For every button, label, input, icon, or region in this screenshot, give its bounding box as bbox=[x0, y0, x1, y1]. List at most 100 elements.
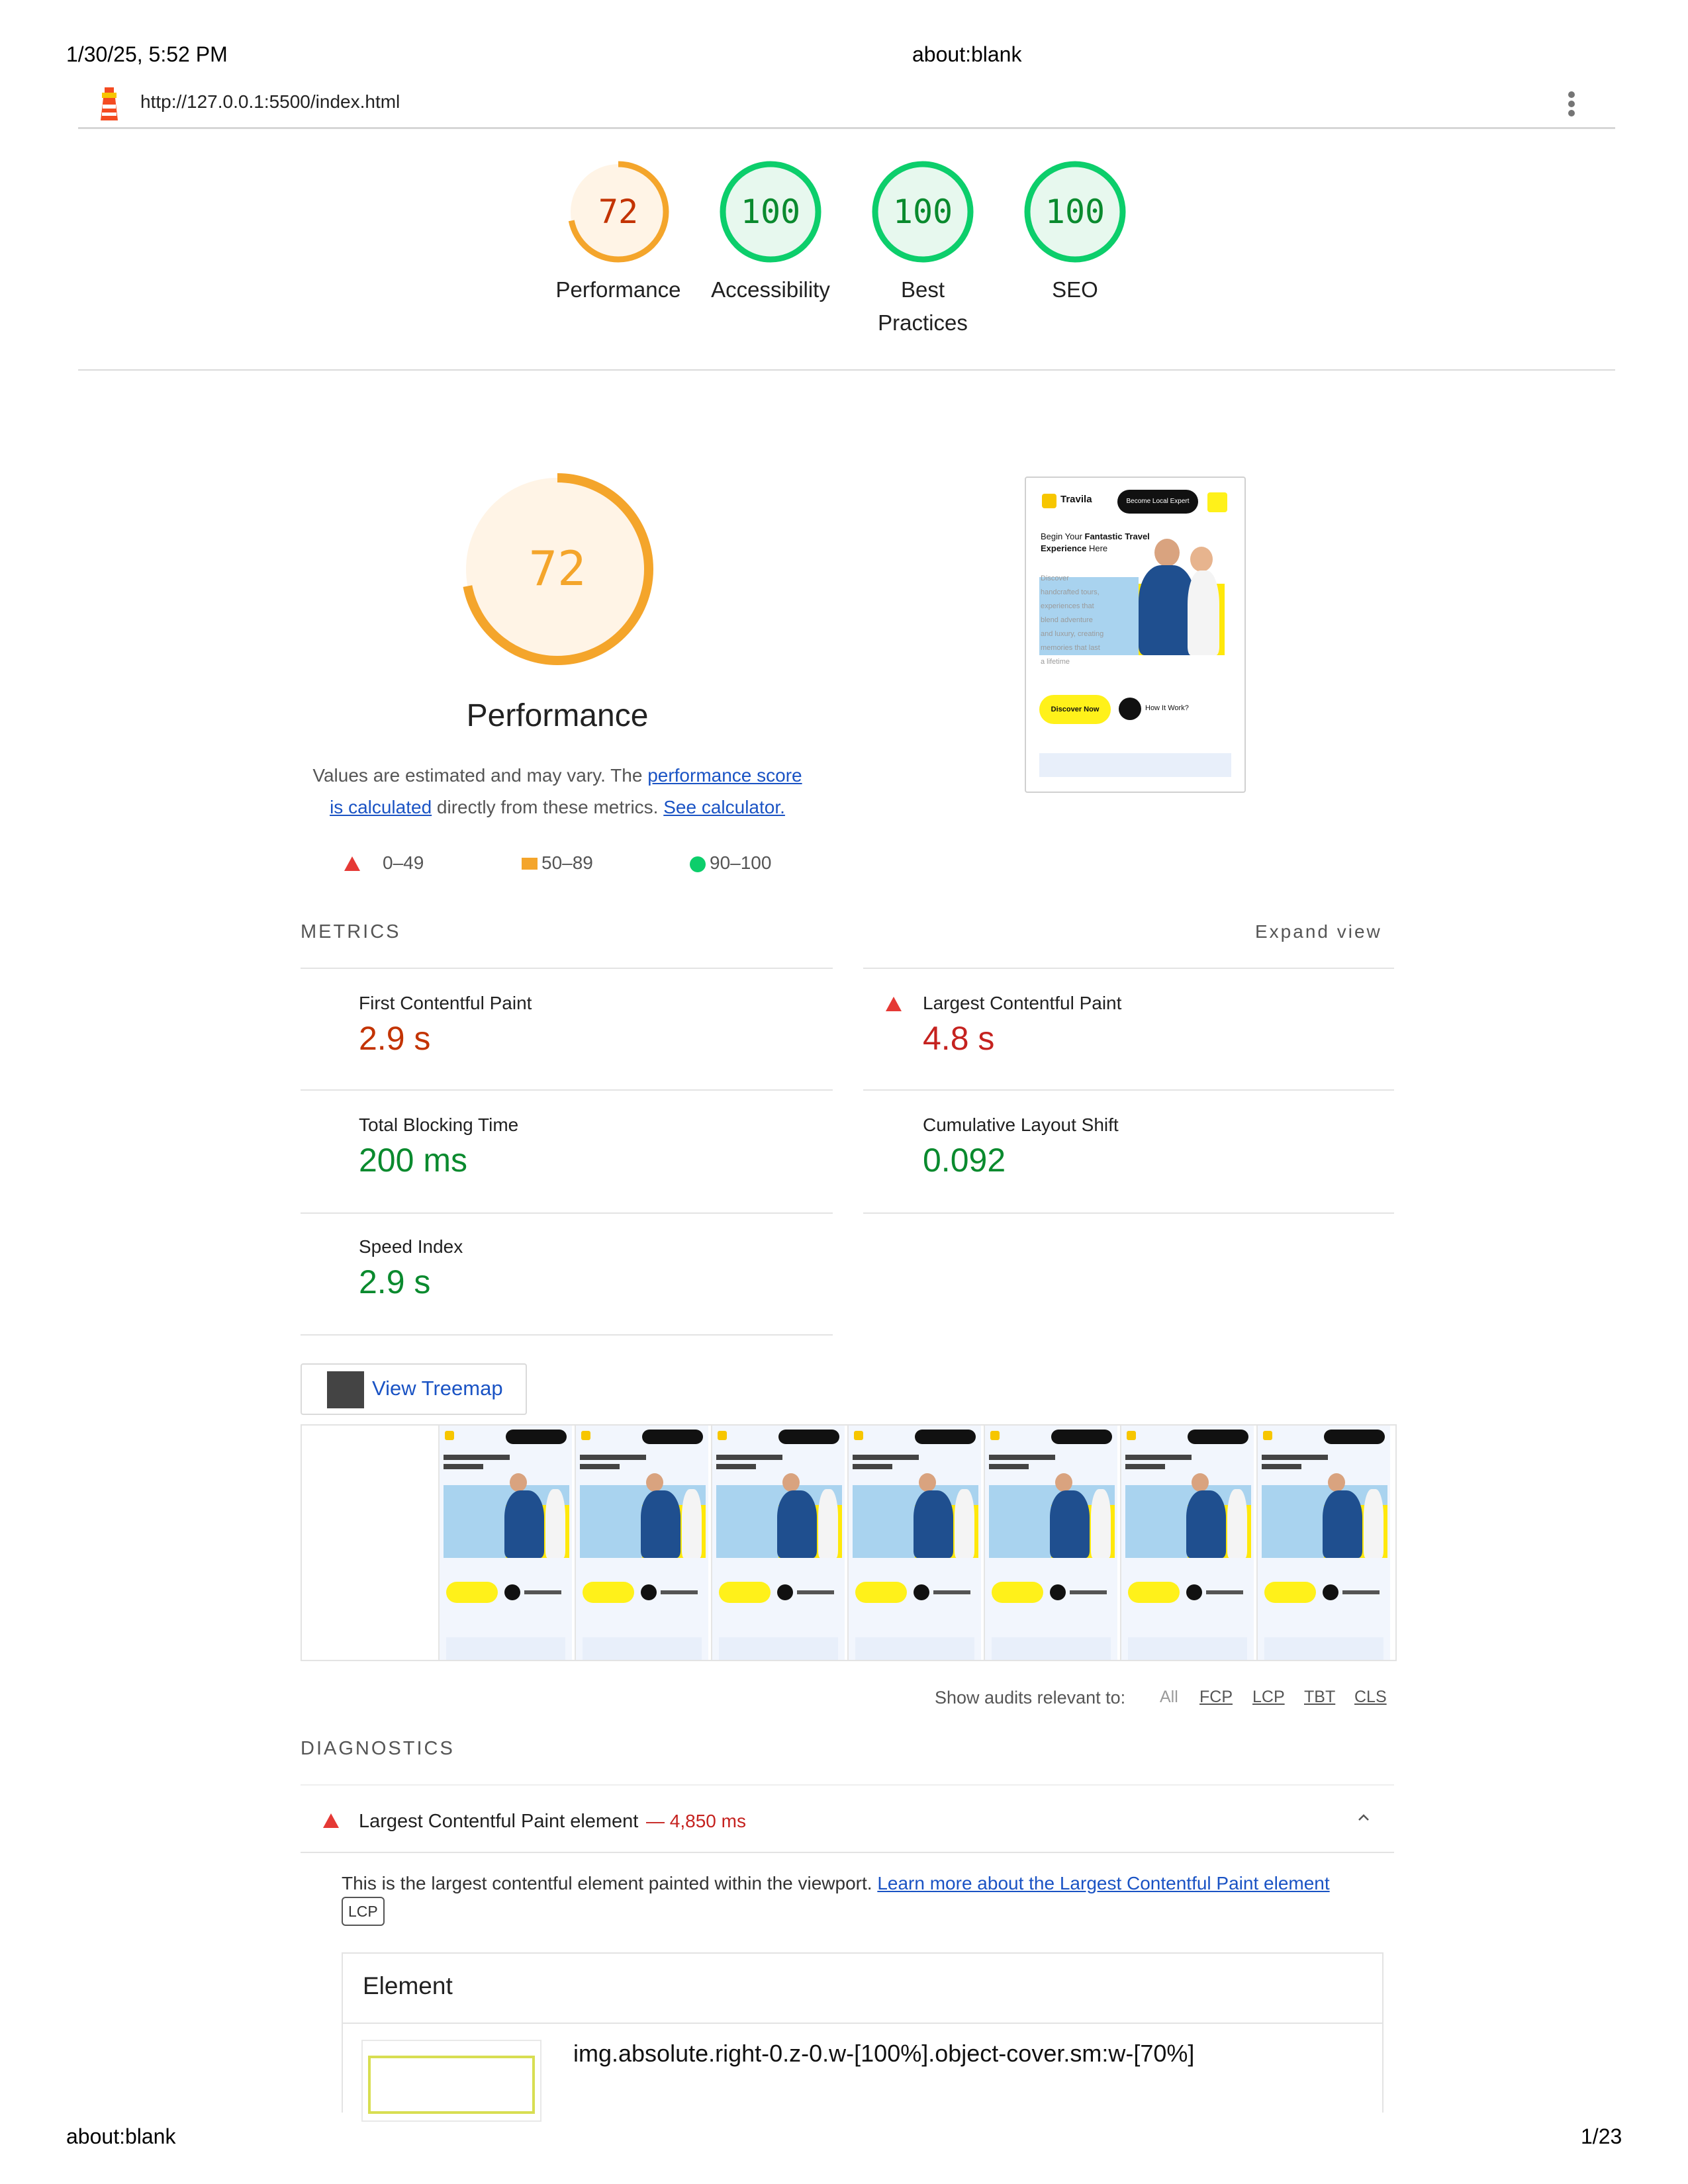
thumb-play-icon bbox=[1119, 698, 1141, 720]
perf-desc-prefix: Values are estimated and may vary. The bbox=[312, 765, 648, 786]
travila-logo-icon bbox=[854, 1431, 863, 1440]
travila-logo-icon bbox=[1042, 494, 1056, 508]
travila-logo-icon bbox=[1127, 1431, 1136, 1440]
filmstrip-headline-bar bbox=[989, 1455, 1055, 1460]
gauge-performance-score: 72 bbox=[598, 193, 638, 231]
gauge-best-practices[interactable]: 100 Best Practices bbox=[843, 159, 1002, 344]
filmstrip-top-button bbox=[642, 1430, 703, 1444]
thumb-headline-d: Here bbox=[1086, 543, 1108, 553]
filter-lcp[interactable]: LCP bbox=[1252, 1688, 1285, 1707]
filmstrip-face bbox=[1055, 1473, 1072, 1492]
thumb-brand: Travila bbox=[1060, 494, 1092, 505]
view-treemap-button[interactable]: View Treemap bbox=[301, 1363, 527, 1415]
filter-all[interactable]: All bbox=[1160, 1688, 1178, 1707]
filmstrip-face bbox=[646, 1473, 663, 1492]
gauge-best-practices-label-line2: Practices bbox=[878, 310, 968, 335]
filmstrip-headline-bar bbox=[1262, 1455, 1328, 1460]
gauge-accessibility[interactable]: 100 Accessibility bbox=[691, 159, 850, 311]
thumb-discover-button: Discover Now bbox=[1039, 695, 1111, 724]
metric-si-title: Speed Index bbox=[359, 1236, 463, 1257]
element-table-header: Element bbox=[363, 1972, 453, 1999]
filmstrip-face bbox=[1192, 1473, 1209, 1492]
gauge-seo[interactable]: 100 SEO bbox=[996, 159, 1154, 311]
chevron-up-icon[interactable] bbox=[1356, 1809, 1372, 1825]
filmstrip-bottom-section bbox=[1264, 1637, 1383, 1660]
gauges-divider bbox=[78, 369, 1615, 371]
filmstrip-text-bar bbox=[1206, 1590, 1243, 1594]
gauge-performance[interactable]: 72 Performance bbox=[539, 159, 698, 311]
filter-cls[interactable]: CLS bbox=[1354, 1688, 1387, 1707]
filmstrip-headline-bar bbox=[853, 1455, 919, 1460]
thumb-headline-b: Fantastic Travel bbox=[1084, 531, 1150, 541]
report-url[interactable]: http://127.0.0.1:5500/index.html bbox=[140, 91, 400, 113]
filmstrip-face bbox=[919, 1473, 936, 1492]
filmstrip-play-icon bbox=[641, 1584, 657, 1600]
filmstrip-person bbox=[1323, 1490, 1362, 1558]
gauge-seo-score: 100 bbox=[1045, 193, 1105, 231]
filmstrip-person bbox=[818, 1489, 838, 1558]
performance-gauge-large: 72 bbox=[459, 471, 655, 667]
filmstrip-play-icon bbox=[777, 1584, 793, 1600]
lcp-chip: LCP bbox=[342, 1897, 385, 1926]
is-calculated-link[interactable]: is calculated bbox=[330, 797, 432, 817]
filmstrip-bottom-section bbox=[855, 1637, 974, 1660]
metric-tbt: Total Blocking Time 200 ms bbox=[359, 1115, 518, 1179]
filmstrip-discover-button bbox=[855, 1582, 907, 1603]
metric-cls: Cumulative Layout Shift 0.092 bbox=[923, 1115, 1119, 1179]
performance-score-link[interactable]: performance score bbox=[647, 765, 802, 786]
element-thumbnail bbox=[361, 2040, 541, 2122]
gauge-accessibility-label: Accessibility bbox=[711, 277, 830, 302]
filmstrip-top-button bbox=[506, 1430, 567, 1444]
final-screenshot[interactable]: Travila Become Local Expert Begin Your F… bbox=[1025, 477, 1246, 793]
filmstrip-frame bbox=[847, 1426, 981, 1660]
thumb-body-line: and luxury, creating bbox=[1041, 630, 1104, 638]
metric-divider bbox=[301, 1212, 833, 1214]
filmstrip-discover-button bbox=[1128, 1582, 1180, 1603]
filter-fcp[interactable]: FCP bbox=[1199, 1688, 1233, 1707]
gauge-best-practices-label: Best Practices bbox=[843, 269, 1002, 344]
filmstrip-discover-button bbox=[1264, 1582, 1316, 1603]
thumb-body-line: a lifetime bbox=[1041, 658, 1070, 666]
view-treemap-label: View Treemap bbox=[372, 1377, 503, 1400]
metric-divider bbox=[301, 1089, 833, 1091]
filmstrip-person bbox=[682, 1489, 702, 1558]
filmstrip-person bbox=[1364, 1489, 1383, 1558]
filmstrip-text-bar bbox=[524, 1590, 561, 1594]
pass-circle-icon bbox=[690, 856, 706, 872]
metric-divider bbox=[863, 1089, 1394, 1091]
filter-tbt[interactable]: TBT bbox=[1304, 1688, 1335, 1707]
travila-logo-icon bbox=[445, 1431, 454, 1440]
filmstrip-person bbox=[545, 1489, 565, 1558]
filmstrip bbox=[301, 1424, 1397, 1661]
filmstrip-person bbox=[504, 1490, 544, 1558]
lcp-element-audit[interactable]: Largest Contentful Paint element — 4,850… bbox=[301, 1795, 1394, 1853]
thumb-body-text: Discover handcrafted tours, experiences … bbox=[1041, 572, 1120, 669]
diagnostics-heading: DIAGNOSTICS bbox=[301, 1738, 455, 1759]
filmstrip-play-icon bbox=[914, 1584, 929, 1600]
fail-triangle-icon bbox=[323, 1813, 339, 1828]
filmstrip-person bbox=[777, 1490, 817, 1558]
learn-more-lcp-link[interactable]: Learn more about the Largest Contentful … bbox=[877, 1873, 1329, 1893]
metric-tbt-value: 200 ms bbox=[359, 1142, 467, 1179]
filmstrip-headline-bar bbox=[580, 1455, 646, 1460]
print-footer-left: about:blank bbox=[66, 2124, 176, 2148]
travila-logo-icon bbox=[581, 1431, 590, 1440]
legend-fail: 0–49 bbox=[383, 852, 424, 873]
thumb-person2 bbox=[1188, 570, 1219, 655]
see-calculator-link[interactable]: See calculator. bbox=[663, 797, 785, 817]
expand-view-toggle[interactable]: Expand view bbox=[1255, 921, 1382, 942]
travila-logo-icon bbox=[1263, 1431, 1272, 1440]
filmstrip-discover-button bbox=[992, 1582, 1043, 1603]
filmstrip-discover-button bbox=[583, 1582, 634, 1603]
filmstrip-bottom-section bbox=[446, 1637, 565, 1660]
metric-lcp-value: 4.8 s bbox=[923, 1020, 995, 1057]
gauge-best-practices-score: 100 bbox=[893, 193, 953, 231]
table-header-divider bbox=[343, 2023, 1382, 2024]
filmstrip-face bbox=[1328, 1473, 1345, 1492]
filmstrip-headline-bar bbox=[1262, 1464, 1301, 1469]
thumb-body-line: memories that last bbox=[1041, 644, 1100, 652]
kebab-menu-icon[interactable] bbox=[1568, 91, 1575, 118]
thumb-headline-c: Experience bbox=[1041, 543, 1087, 553]
average-square-icon bbox=[522, 858, 538, 870]
thumb-bottom-section bbox=[1039, 753, 1231, 777]
